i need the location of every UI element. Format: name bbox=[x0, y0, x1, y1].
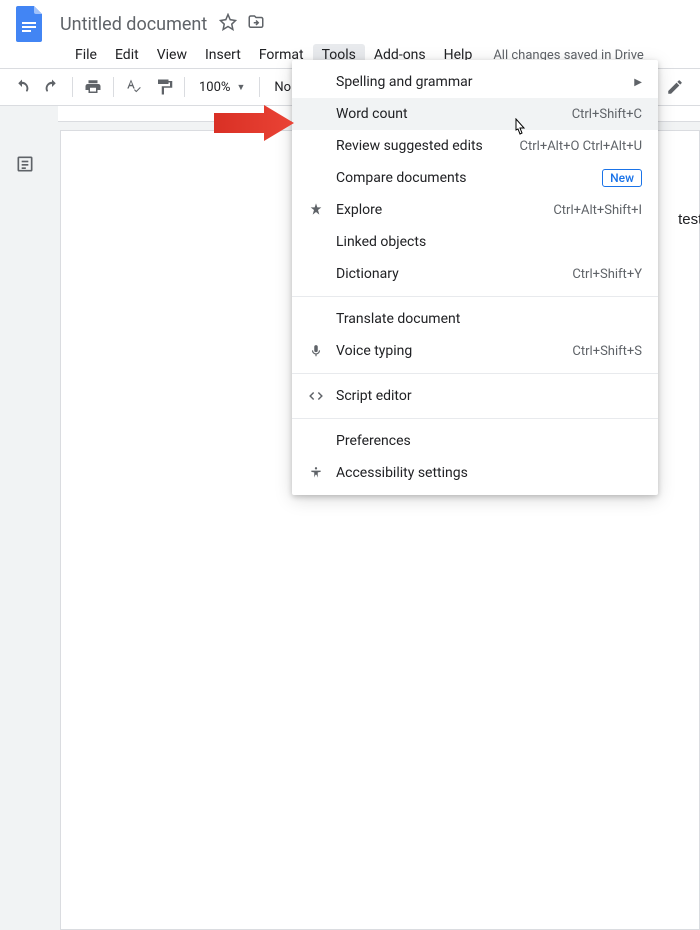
zoom-value: 100% bbox=[199, 80, 230, 95]
menu-view[interactable]: View bbox=[148, 44, 196, 66]
print-button[interactable] bbox=[79, 73, 107, 101]
menu-dictionary[interactable]: Dictionary Ctrl+Shift+Y bbox=[292, 258, 658, 290]
star-icon[interactable] bbox=[219, 13, 237, 35]
shortcut-text: Ctrl+Shift+C bbox=[572, 107, 642, 122]
menu-explore[interactable]: Explore Ctrl+Alt+Shift+I bbox=[292, 194, 658, 226]
menu-linked-objects[interactable]: Linked objects bbox=[292, 226, 658, 258]
menu-separator bbox=[292, 418, 658, 419]
spellcheck-button[interactable] bbox=[120, 73, 148, 101]
menu-separator bbox=[292, 296, 658, 297]
accessibility-icon bbox=[304, 466, 328, 480]
left-rail bbox=[0, 106, 50, 528]
toolbar-separator bbox=[72, 77, 73, 97]
explore-icon bbox=[304, 202, 328, 218]
caret-down-icon: ▼ bbox=[236, 82, 245, 93]
outline-icon[interactable] bbox=[15, 154, 35, 528]
menu-insert[interactable]: Insert bbox=[196, 44, 250, 66]
menu-translate[interactable]: Translate document bbox=[292, 303, 658, 335]
shortcut-text: Ctrl+Alt+O Ctrl+Alt+U bbox=[520, 139, 642, 154]
menu-compare-docs[interactable]: Compare documents New bbox=[292, 162, 658, 194]
document-body-text: test te bbox=[678, 211, 700, 228]
submenu-arrow-icon: ▶ bbox=[634, 77, 642, 88]
menu-accessibility[interactable]: Accessibility settings bbox=[292, 457, 658, 489]
menu-separator bbox=[292, 373, 658, 374]
menu-edit[interactable]: Edit bbox=[106, 44, 148, 66]
shortcut-text: Ctrl+Shift+S bbox=[572, 344, 642, 359]
title-row: Untitled document bbox=[8, 6, 692, 42]
shortcut-text: Ctrl+Alt+Shift+I bbox=[553, 203, 642, 218]
menu-script-editor[interactable]: Script editor bbox=[292, 380, 658, 412]
menu-spelling[interactable]: Spelling and grammar ▶ bbox=[292, 66, 658, 98]
toolbar-separator bbox=[184, 77, 185, 97]
menu-file[interactable]: File bbox=[66, 44, 106, 66]
toolbar-separator bbox=[259, 77, 260, 97]
undo-button[interactable] bbox=[8, 73, 36, 101]
toolbar-separator bbox=[113, 77, 114, 97]
move-icon[interactable] bbox=[247, 13, 265, 35]
paint-format-button[interactable] bbox=[150, 73, 178, 101]
mic-icon bbox=[304, 344, 328, 358]
document-title[interactable]: Untitled document bbox=[56, 12, 211, 37]
editing-mode-button[interactable] bbox=[658, 74, 692, 100]
redo-button[interactable] bbox=[38, 73, 66, 101]
script-icon bbox=[304, 389, 328, 403]
title-actions bbox=[219, 13, 265, 35]
zoom-select[interactable]: 100% ▼ bbox=[191, 73, 253, 101]
menu-review-edits[interactable]: Review suggested edits Ctrl+Alt+O Ctrl+A… bbox=[292, 130, 658, 162]
menu-word-count[interactable]: Word count Ctrl+Shift+C bbox=[292, 98, 658, 130]
menu-voice-typing[interactable]: Voice typing Ctrl+Shift+S bbox=[292, 335, 658, 367]
shortcut-text: Ctrl+Shift+Y bbox=[572, 267, 642, 282]
tools-dropdown: Spelling and grammar ▶ Word count Ctrl+S… bbox=[292, 60, 658, 495]
docs-logo-icon[interactable] bbox=[12, 6, 48, 42]
app-header: Untitled document File Edit View Insert … bbox=[0, 0, 700, 68]
new-badge: New bbox=[602, 169, 642, 187]
menu-preferences[interactable]: Preferences bbox=[292, 425, 658, 457]
